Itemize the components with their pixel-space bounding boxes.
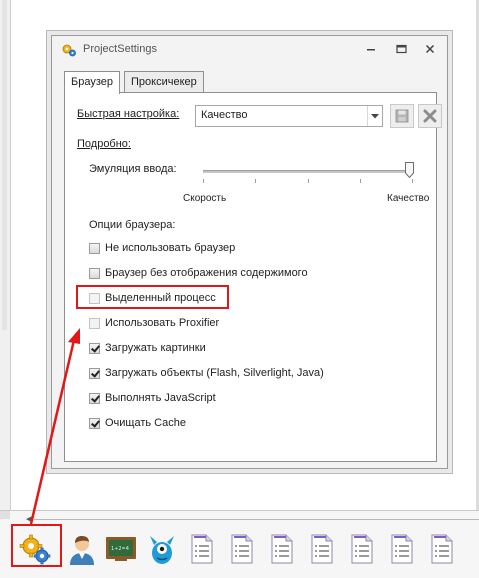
left-scroll-strip[interactable] xyxy=(0,0,11,510)
option-headless-browser[interactable]: Браузер без отображения содержимого xyxy=(89,265,308,281)
option-use-proxifier[interactable]: Использовать Proxifier xyxy=(89,315,219,331)
quick-setup-select[interactable]: Качество xyxy=(195,105,383,127)
checkbox[interactable] xyxy=(89,367,100,379)
checkbox[interactable] xyxy=(89,317,100,329)
document-icon xyxy=(351,534,373,564)
slider-max-label: Качество xyxy=(387,193,430,204)
option-label: Браузер без отображения содержимого xyxy=(105,267,308,279)
svg-text:1+2=4: 1+2=4 xyxy=(111,546,129,552)
option-label: Загружать объекты (Flash, Silverlight, J… xyxy=(105,367,324,379)
document-icon xyxy=(191,534,213,564)
close-button[interactable] xyxy=(422,42,438,56)
document-icon xyxy=(391,534,413,564)
blue-monster-icon xyxy=(150,536,174,564)
option-clear-cache[interactable]: Очищать Cache xyxy=(89,415,186,431)
slider-tick xyxy=(308,179,309,183)
option-label: Загружать картинки xyxy=(105,342,206,354)
option-load-images[interactable]: Загружать картинки xyxy=(89,340,206,356)
tab-browser[interactable]: Браузер xyxy=(64,71,120,94)
window-title: ProjectSettings xyxy=(83,43,157,55)
window-titlebar[interactable]: ProjectSettings xyxy=(52,36,447,62)
tb-doc-1[interactable] xyxy=(185,531,219,567)
save-preset-button[interactable] xyxy=(390,104,414,128)
checkbox[interactable] xyxy=(89,342,100,354)
slider-ticks xyxy=(203,179,413,185)
option-label: Использовать Proxifier xyxy=(105,317,220,329)
document-icon xyxy=(271,534,293,564)
tb-doc-7[interactable] xyxy=(425,531,459,567)
option-load-objects[interactable]: Загружать объекты (Flash, Silverlight, J… xyxy=(89,365,324,381)
slider-tick xyxy=(203,179,204,183)
delete-preset-button[interactable] xyxy=(418,104,442,128)
save-disk-icon xyxy=(395,109,409,123)
input-emulation-label: Эмуляция ввода: xyxy=(89,163,177,175)
chevron-down-icon[interactable] xyxy=(367,106,382,126)
minimize-button[interactable] xyxy=(363,42,379,56)
slider-tick xyxy=(360,179,361,183)
input-emulation-slider[interactable] xyxy=(203,170,413,173)
details-label: Подробно: xyxy=(77,138,131,150)
option-label: Выполнять JavaScript xyxy=(105,392,216,404)
tb-chalkboard-icon[interactable]: 1+2=4 xyxy=(104,531,138,567)
scroll-corner xyxy=(0,511,10,519)
option-run-javascript[interactable]: Выполнять JavaScript xyxy=(89,390,216,406)
tb-doc-6[interactable] xyxy=(385,531,419,567)
slider-tick xyxy=(255,179,256,183)
document-icon xyxy=(311,534,333,564)
highlight-box-dedicated-process xyxy=(76,285,229,309)
document-icon xyxy=(231,534,253,564)
tb-doc-4[interactable] xyxy=(305,531,339,567)
taskbar: 1+2=4 xyxy=(0,522,479,574)
checkbox[interactable] xyxy=(89,417,100,429)
horizontal-scrollbar[interactable] xyxy=(34,519,479,520)
quick-setup-label: Быстрая настройка: xyxy=(77,108,180,120)
tb-doc-3[interactable] xyxy=(265,531,299,567)
left-scrollbar[interactable] xyxy=(2,0,7,330)
tb-blue-monster-icon[interactable] xyxy=(145,531,179,567)
option-no-browser[interactable]: Не использовать браузер xyxy=(89,240,235,256)
project-settings-window: ProjectSettings Браузер Проксичекер Быст… xyxy=(51,35,448,469)
quick-setup-value: Качество xyxy=(201,109,248,121)
highlight-box-settings-button xyxy=(11,524,62,567)
gears-icon xyxy=(61,43,77,60)
tb-doc-2[interactable] xyxy=(225,531,259,567)
quick-setup-row: Быстрая настройка: Качество xyxy=(77,104,442,128)
checkbox[interactable] xyxy=(89,392,100,404)
minimize-icon xyxy=(367,49,375,51)
browser-settings-panel: Быстрая настройка: Качество Подробно: Эм… xyxy=(64,92,442,462)
slider-min-label: Скорость xyxy=(183,193,227,204)
maximize-button[interactable] xyxy=(393,42,409,56)
checkbox[interactable] xyxy=(89,267,100,279)
tb-user-icon[interactable] xyxy=(65,531,99,567)
checkbox[interactable] xyxy=(89,242,100,254)
user-icon xyxy=(70,536,94,565)
tb-doc-5[interactable] xyxy=(345,531,379,567)
slider-tick xyxy=(412,179,413,183)
tab-proxychecker[interactable]: Проксичекер xyxy=(124,71,204,92)
chalkboard-icon: 1+2=4 xyxy=(106,537,136,561)
maximize-icon xyxy=(395,44,407,54)
option-label: Не использовать браузер xyxy=(105,242,236,254)
slider-thumb[interactable] xyxy=(405,162,414,179)
close-icon xyxy=(425,44,435,54)
browser-options-title: Опции браузера: xyxy=(89,219,176,231)
document-icon xyxy=(431,534,453,564)
option-label: Очищать Cache xyxy=(105,417,186,429)
delete-x-icon xyxy=(423,109,437,123)
